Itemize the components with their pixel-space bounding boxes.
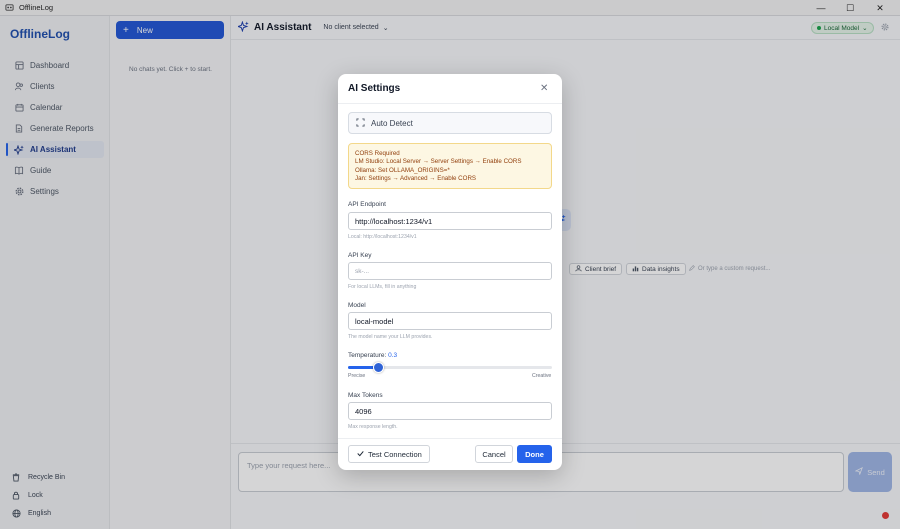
done-button[interactable]: Done bbox=[517, 445, 552, 463]
cors-line: Jan: Settings → Advanced → Enable CORS bbox=[355, 175, 477, 183]
api-key-placeholder: sk-... bbox=[355, 267, 370, 275]
temperature-value: 0.3 bbox=[388, 352, 398, 359]
divider bbox=[338, 438, 562, 439]
endpoint-help: Local: http://localhost:1234/v1 bbox=[348, 234, 417, 240]
slider-max-label: Creative bbox=[532, 373, 552, 379]
max-tokens-value: 4096 bbox=[355, 406, 372, 416]
model-help: The model name your LLM provides. bbox=[348, 334, 433, 340]
cors-line: Ollama: Set OLLAMA_ORIGINS=* bbox=[355, 166, 450, 174]
slider-thumb[interactable] bbox=[373, 362, 385, 373]
max-tokens-label: Max Tokens bbox=[348, 392, 383, 399]
model-value: local-model bbox=[355, 316, 394, 326]
divider bbox=[338, 103, 562, 104]
model-label: Model bbox=[348, 302, 366, 309]
endpoint-label: API Endpoint bbox=[348, 201, 386, 208]
cors-title: CORS Required bbox=[355, 150, 400, 157]
ai-settings-dialog: AI Settings ✕ Auto Detect CORS Required … bbox=[338, 74, 562, 470]
temperature-label: Temperature: 0.3 bbox=[348, 352, 398, 359]
endpoint-field[interactable]: http://localhost:1234/v1 bbox=[348, 212, 552, 230]
endpoint-value: http://localhost:1234/v1 bbox=[355, 216, 433, 226]
test-connection-label: Test Connection bbox=[368, 449, 422, 459]
api-key-field[interactable]: sk-... bbox=[348, 262, 552, 280]
dialog-title: AI Settings bbox=[348, 83, 401, 94]
max-tokens-help: Max response length. bbox=[348, 424, 398, 430]
slider-min-label: Precise bbox=[348, 373, 366, 379]
cors-warning: CORS Required LM Studio: Local Server → … bbox=[348, 143, 552, 189]
check-icon bbox=[357, 450, 364, 459]
auto-detect-label: Auto Detect bbox=[371, 118, 413, 128]
close-icon[interactable]: ✕ bbox=[540, 83, 548, 94]
api-key-label: API Key bbox=[348, 252, 372, 259]
max-tokens-field[interactable]: 4096 bbox=[348, 402, 552, 420]
scan-icon bbox=[356, 117, 365, 129]
api-key-help: For local LLMs, fill in anything bbox=[348, 284, 417, 290]
auto-detect-button[interactable]: Auto Detect bbox=[348, 112, 552, 134]
cancel-button[interactable]: Cancel bbox=[475, 445, 513, 463]
test-connection-button[interactable]: Test Connection bbox=[348, 445, 430, 463]
cors-line: LM Studio: Local Server → Server Setting… bbox=[355, 158, 522, 166]
temperature-slider[interactable] bbox=[348, 362, 552, 373]
model-field[interactable]: local-model bbox=[348, 312, 552, 330]
